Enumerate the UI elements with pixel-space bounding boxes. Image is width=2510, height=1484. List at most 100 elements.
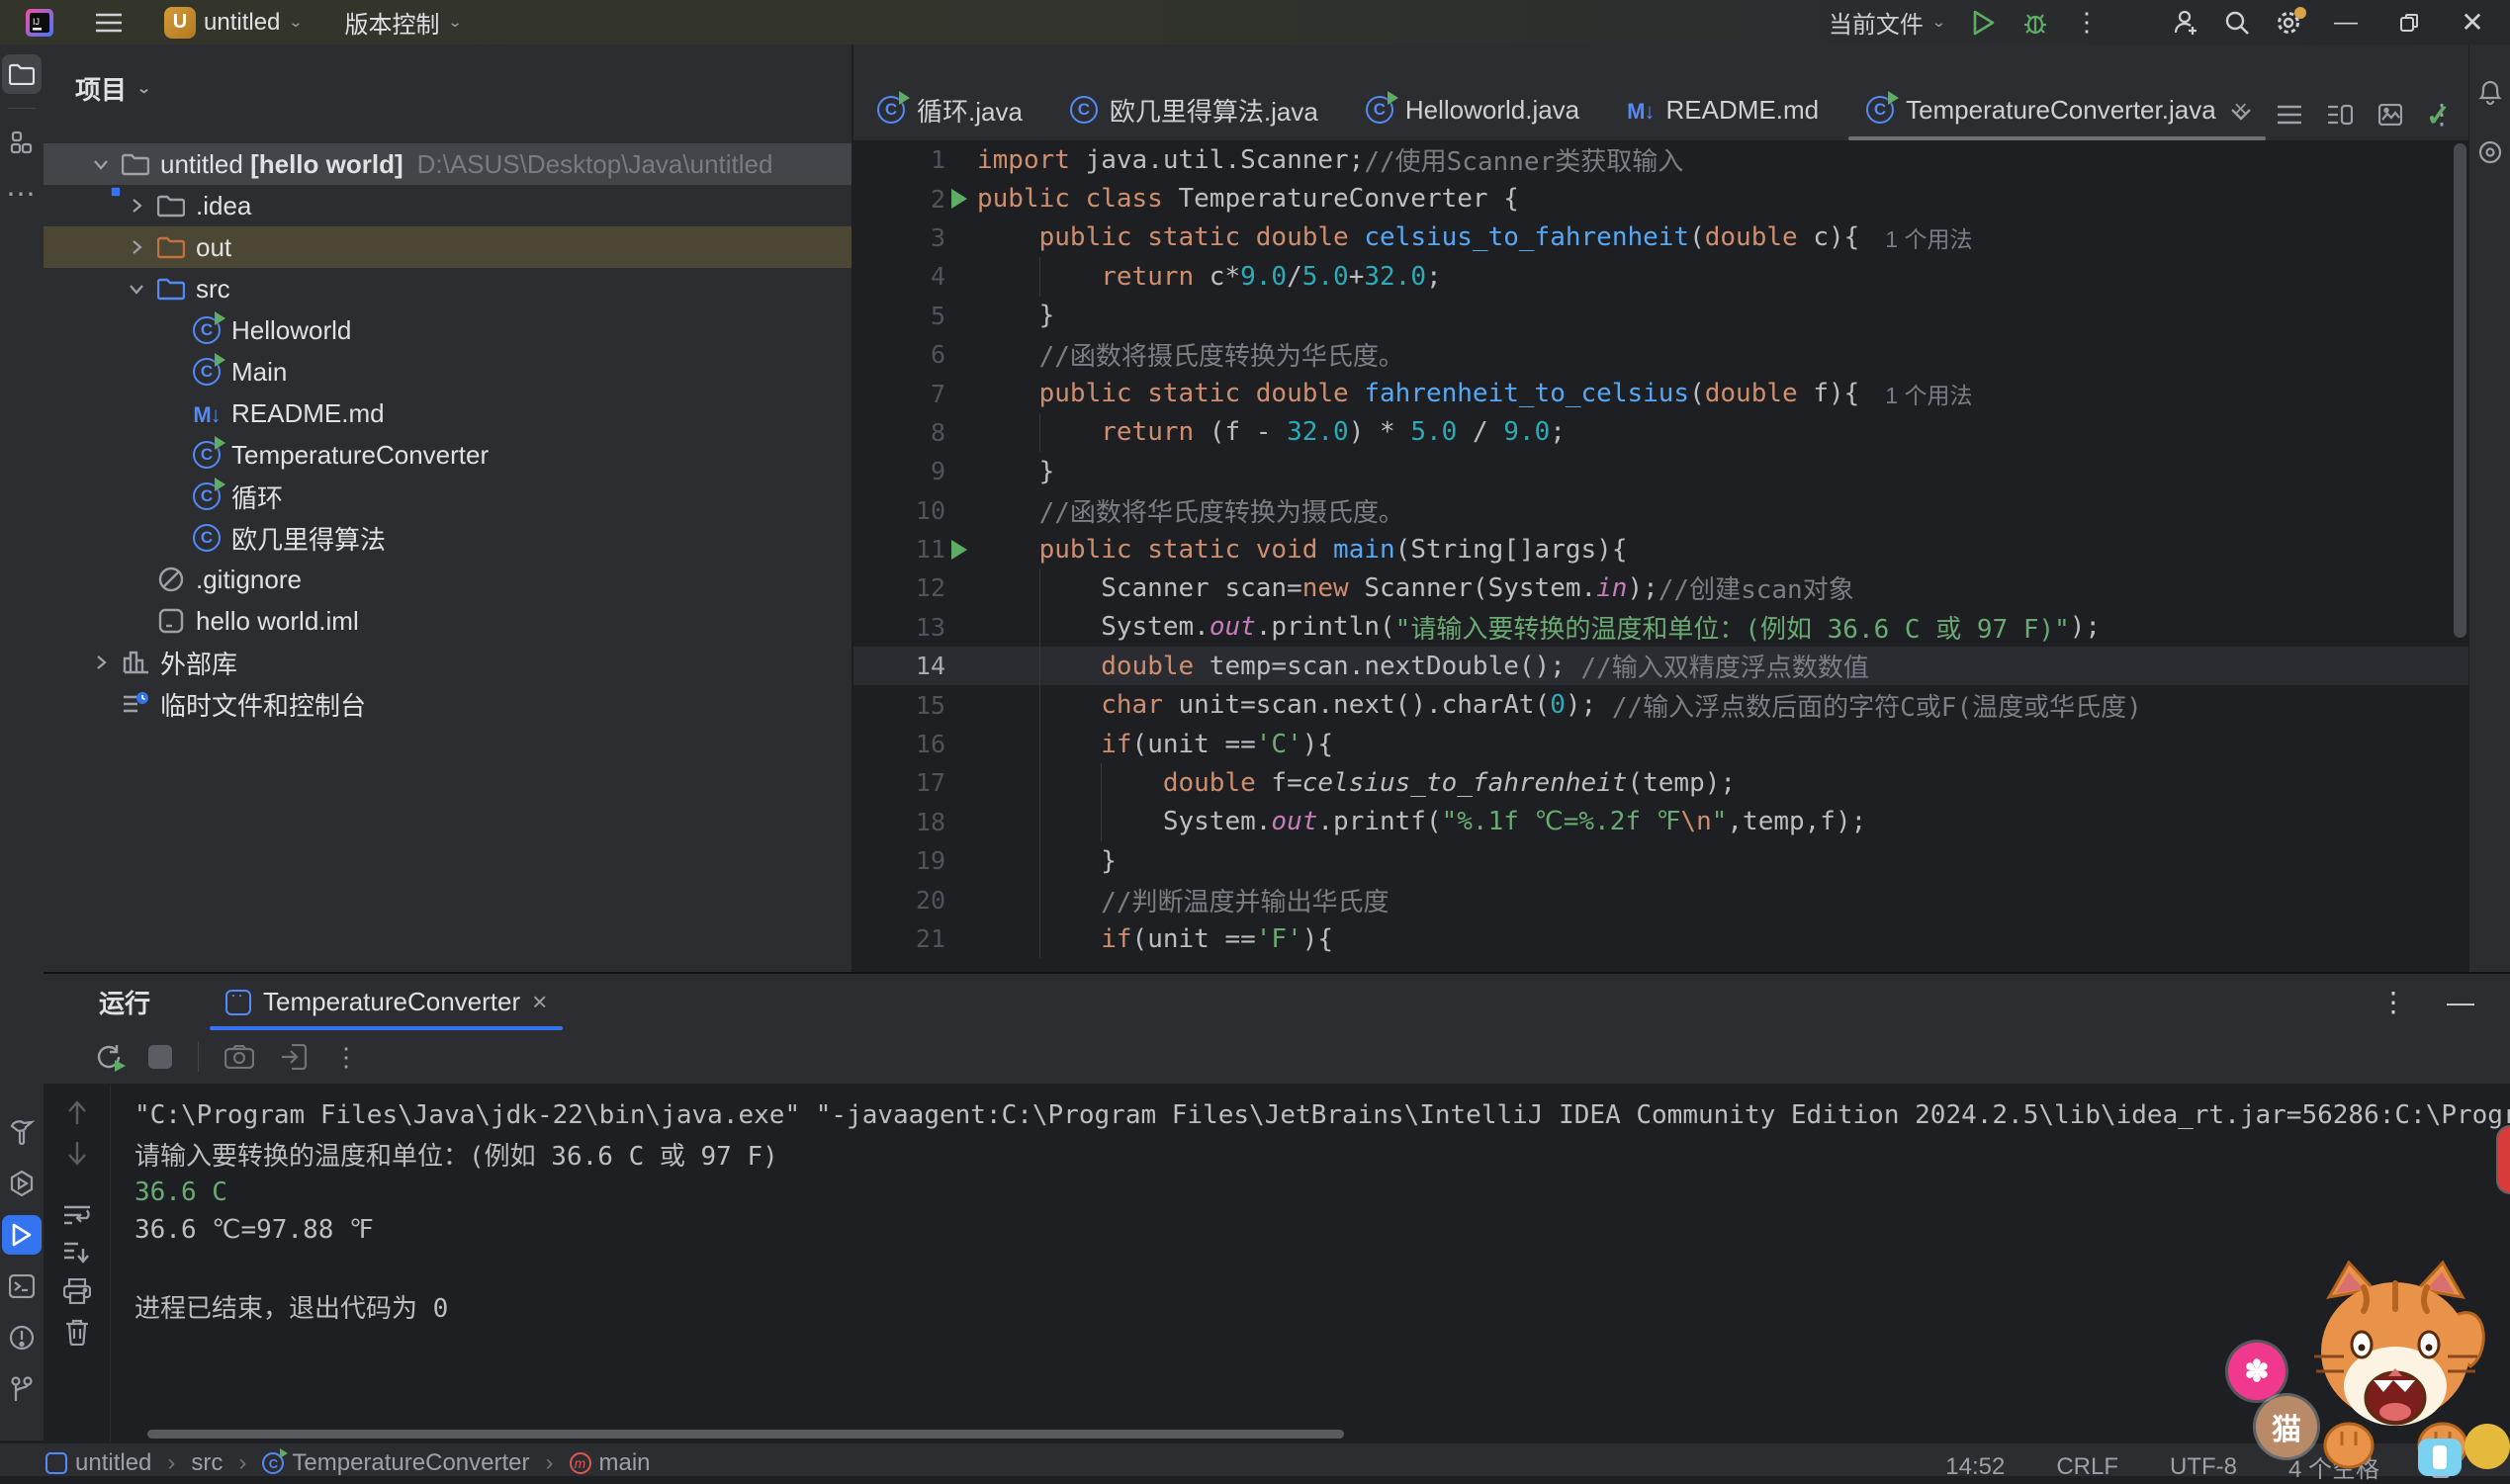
code-line-21[interactable]: 21 if(unit =='F'){ [853, 919, 2510, 958]
inspections-ok-check-icon[interactable]: ✓ [2426, 99, 2451, 133]
soft-wrap-icon[interactable] [63, 1203, 91, 1227]
tree-item-外部库[interactable]: 外部库 [44, 642, 852, 683]
code-line-4[interactable]: 4 return c*9.0/5.0+32.0; [853, 257, 2510, 296]
run-panel-kebab-icon[interactable]: ⋮ [2379, 986, 2407, 1018]
tree-item-Helloworld[interactable]: CHelloworld [44, 309, 852, 351]
tab-list-icon[interactable] [2278, 105, 2301, 125]
code-line-1[interactable]: 1import java.util.Scanner;//使用Scanner类获取… [853, 140, 2510, 179]
code-line-13[interactable]: 13 System.out.println("请输入要转换的温度和单位：(例如 … [853, 608, 2510, 647]
run-tab[interactable]: TemperatureConverter × [210, 974, 563, 1030]
code-line-10[interactable]: 10 //函数将华氏度转换为摄氏度。 [853, 491, 2510, 530]
problems-tool-button[interactable] [2, 1318, 42, 1357]
code-line-7[interactable]: 7 public static double fahrenheit_to_cel… [853, 374, 2510, 412]
tree-item-.gitignore[interactable]: .gitignore [44, 559, 852, 600]
next-occurrence-icon[interactable] [66, 1140, 88, 1166]
code-line-11[interactable]: 11 public static void main(String[]args)… [853, 530, 2510, 568]
add-user-icon[interactable] [2164, 5, 2207, 41]
hidden-tabs-chevron-icon[interactable] [2230, 108, 2252, 122]
run-toolbar-kebab-icon[interactable]: ⋮ [333, 1042, 359, 1073]
tree-item-README.md[interactable]: M↓README.md [44, 393, 852, 434]
services-tool-button[interactable] [2, 1164, 42, 1203]
code-line-18[interactable]: 18 System.out.printf("%.1f ℃=%.2f ℉\n",t… [853, 803, 2510, 841]
code-line-17[interactable]: 17 double f=celsius_to_fahrenheit(temp); [853, 763, 2510, 802]
code-line-2[interactable]: 2public class TemperatureConverter { [853, 179, 2510, 218]
console-horizontal-scrollbar[interactable] [147, 1430, 1344, 1439]
tree-item-TemperatureConverter[interactable]: CTemperatureConverter [44, 434, 852, 476]
breadcrumb-item-untitled[interactable]: untitled [45, 1449, 151, 1477]
stop-button[interactable] [148, 1045, 172, 1069]
ai-assistant-icon[interactable] [2477, 139, 2503, 165]
code-line-3[interactable]: 3 public static double celsius_to_fahren… [853, 218, 2510, 257]
project-tool-button[interactable] [2, 54, 42, 94]
usages-inlay-hint[interactable]: 1 个用法 [1859, 220, 1972, 254]
tree-item-untitled[interactable]: untitled [hello world]D:\ASUS\Desktop\Ja… [44, 143, 852, 185]
run-configuration-widget[interactable]: 当前文件 ⌄ [1821, 1, 1954, 44]
code-line-19[interactable]: 19 } [853, 841, 2510, 880]
thread-dump-camera-icon[interactable] [224, 1045, 254, 1069]
tree-item-.idea[interactable]: .idea [44, 185, 852, 226]
main-menu-hamburger-icon[interactable] [87, 5, 131, 41]
preview-image-icon[interactable] [2378, 104, 2402, 126]
tree-item-临时文件和控制台[interactable]: 临时文件和控制台 [44, 683, 852, 725]
project-widget[interactable]: U untitled ⌄ [156, 3, 311, 43]
code-line-5[interactable]: 5 } [853, 297, 2510, 335]
code-line-14[interactable]: 14 double temp=scan.nextDouble(); //输入双精… [853, 647, 2510, 685]
vcs-widget[interactable]: 版本控制 ⌄ [336, 1, 470, 44]
window-restore-button[interactable] [2381, 3, 2437, 43]
code-line-8[interactable]: 8 return (f - 32.0) * 5.0 / 9.0; [853, 413, 2510, 452]
editor-tab-循环.java[interactable]: C循环.java [853, 79, 1046, 140]
usages-inlay-hint[interactable]: 1 个用法 [1859, 377, 1972, 410]
scroll-to-end-icon[interactable] [63, 1241, 91, 1265]
code-line-15[interactable]: 15 char unit=scan.next().charAt(0); //输入… [853, 685, 2510, 724]
tree-item-out[interactable]: out [44, 226, 852, 268]
run-panel-hide-icon[interactable]: — [2447, 987, 2474, 1018]
settings-gear-icon[interactable] [2267, 5, 2310, 41]
attach-console-icon[interactable] [280, 1044, 308, 1070]
project-panel-header[interactable]: 项目 ⌄ [44, 44, 852, 107]
status-item[interactable]: 14:52 [1945, 1453, 2005, 1481]
editor-vertical-scrollbar[interactable] [2454, 143, 2466, 638]
editor-tab-欧几里得算法.java[interactable]: C欧几里得算法.java [1046, 79, 1342, 140]
git-tool-button[interactable] [2, 1369, 42, 1409]
run-tab-close-icon[interactable]: × [532, 987, 547, 1017]
editor-tab-README.md[interactable]: M↓README.md [1603, 79, 1842, 140]
editor-tab-Helloworld.java[interactable]: CHelloworld.java [1342, 79, 1603, 140]
code-view[interactable]: 1import java.util.Scanner;//使用Scanner类获取… [853, 140, 2510, 958]
more-actions-kebab-icon[interactable]: ⋮ [2065, 5, 2108, 41]
status-item[interactable]: UTF-8 [2170, 1453, 2237, 1481]
notifications-bell-icon[interactable] [2477, 78, 2503, 106]
window-close-button[interactable]: ✕ [2445, 3, 2500, 43]
terminal-tool-button[interactable] [2, 1266, 42, 1306]
run-gutter-icon[interactable] [951, 540, 967, 560]
tree-item-src[interactable]: src [44, 268, 852, 309]
window-minimize-button[interactable]: — [2318, 3, 2374, 43]
structure-tool-button[interactable] [2, 123, 42, 162]
breadcrumb-item-main[interactable]: mmain [570, 1449, 651, 1477]
code-line-16[interactable]: 16 if(unit =='C'){ [853, 725, 2510, 763]
status-item[interactable]: CRLF [2056, 1453, 2118, 1481]
run-button[interactable] [1962, 5, 2006, 41]
run-gutter-icon[interactable] [951, 189, 967, 209]
print-icon[interactable] [63, 1278, 91, 1304]
tree-item-Main[interactable]: CMain [44, 351, 852, 393]
build-tool-button[interactable] [2, 1112, 42, 1152]
code-line-20[interactable]: 20 //判断温度并输出华氏度 [853, 880, 2510, 918]
code-line-12[interactable]: 12 Scanner scan=new Scanner(System.in);/… [853, 568, 2510, 607]
code-line-9[interactable]: 9 } [853, 452, 2510, 490]
tree-item-欧几里得算法[interactable]: C欧几里得算法 [44, 517, 852, 559]
editor-tab-TemperatureConverter.java[interactable]: CTemperatureConverter.java× [1842, 79, 2272, 140]
rerun-button[interactable] [95, 1043, 123, 1071]
breadcrumb-item-src[interactable]: src [191, 1449, 223, 1477]
debug-button[interactable] [2014, 5, 2057, 41]
tree-item-循环[interactable]: C循环 [44, 476, 852, 517]
more-tools-button[interactable]: ⋯ [2, 174, 42, 214]
breadcrumb-item-TemperatureConverter[interactable]: CTemperatureConverter [262, 1449, 529, 1477]
run-tool-button[interactable] [2, 1215, 42, 1255]
console-output[interactable]: "C:\Program Files\Java\jdk-22\bin\java.e… [111, 1085, 2510, 1442]
prev-occurrence-icon[interactable] [66, 1100, 88, 1126]
split-editor-icon[interactable] [2327, 104, 2353, 126]
clear-console-trash-icon[interactable] [64, 1318, 90, 1346]
code-line-6[interactable]: 6 //函数将摄氏度转换为华氏度。 [853, 335, 2510, 374]
search-everywhere-icon[interactable] [2215, 5, 2259, 41]
tree-item-hello world.iml[interactable]: hello world.iml [44, 600, 852, 642]
